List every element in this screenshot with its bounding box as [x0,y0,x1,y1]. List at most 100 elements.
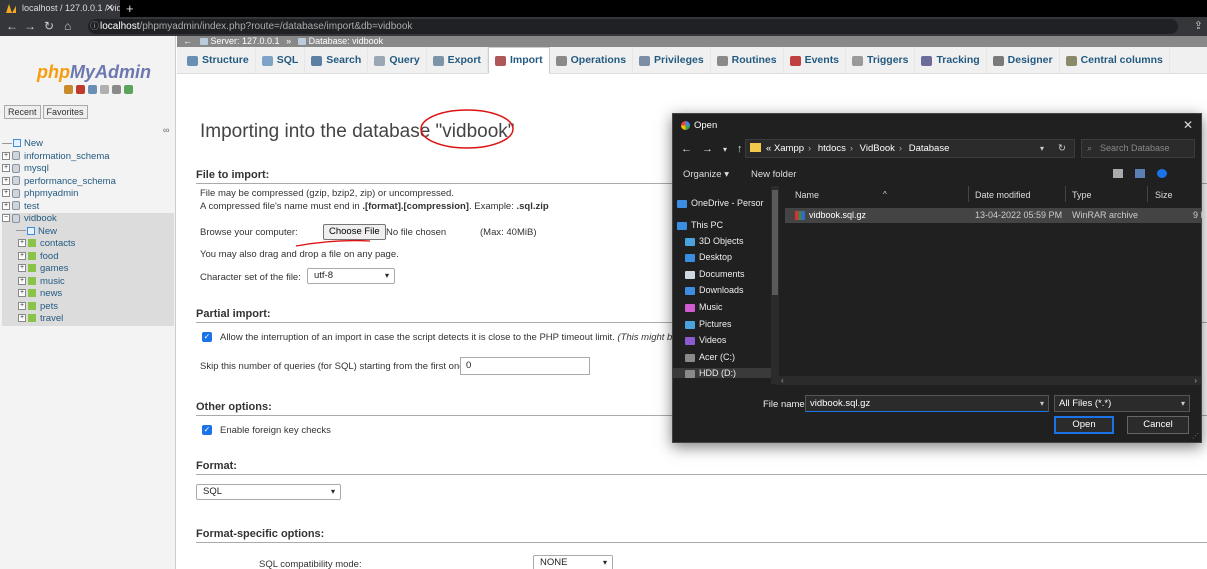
tree-table-music[interactable]: + music [2,275,174,288]
tab-triggers[interactable]: Triggers [846,47,916,74]
tree-table-travel[interactable]: + travel [2,313,174,326]
tree-new[interactable]: New [2,138,174,151]
back-icon[interactable]: ← [6,19,18,34]
foreign-key-checkbox[interactable]: ✓ [202,425,212,435]
preview-pane-icon[interactable] [1135,169,1145,178]
tab-import[interactable]: Import [487,47,550,74]
expand-icon[interactable]: + [2,176,10,185]
up-folder-icon[interactable]: ↑ [737,143,743,157]
tab-routines[interactable]: Routines [711,47,784,74]
new-folder-button[interactable]: New folder [751,169,796,180]
expand-icon[interactable]: + [2,201,10,210]
choose-file-button[interactable]: Choose File [323,224,386,240]
expand-icon[interactable]: + [2,189,10,198]
home-icon[interactable]: ⌂ [64,19,71,34]
nav-pane-item-videos[interactable]: Videos [673,335,726,345]
help-icon[interactable] [1157,169,1167,178]
file-type-select[interactable]: All Files (*.*) ▾ [1054,395,1190,412]
file-name-input[interactable]: vidbook.sql.gz ▾ [805,395,1049,412]
recent-locations-icon[interactable]: ▾ [723,143,727,157]
tab-sql[interactable]: SQL [256,47,306,74]
nav-pane-item-documents[interactable]: Documents [673,269,745,279]
tree-db-vidbook[interactable]: − vidbook [2,213,174,226]
tree-table-news[interactable]: + news [2,288,174,301]
tree-table-games[interactable]: + games [2,263,174,276]
expand-icon[interactable]: + [2,164,10,173]
nav-pane-item-onedrive-persor[interactable]: OneDrive - Persor [673,198,764,208]
path-htdocs[interactable]: htdocs [818,143,846,154]
format-select[interactable]: SQL ▾ [196,484,341,500]
home-icon[interactable] [64,85,73,94]
scroll-left-icon[interactable]: ‹ [781,376,784,385]
nav-pane-item-this-pc[interactable]: This PC [673,220,723,230]
view-options-icon[interactable] [1113,169,1123,178]
tree-table-contacts[interactable]: + contacts [2,238,174,251]
expand-icon[interactable]: + [18,251,26,260]
forward-icon[interactable]: → [702,143,713,157]
tree-db-performance-schema[interactable]: + performance_schema [2,176,174,189]
cancel-button[interactable]: Cancel [1127,416,1189,434]
file-list-hscrollbar[interactable]: ‹ › [777,376,1201,385]
forward-icon[interactable]: → [24,19,36,34]
browser-tab[interactable]: localhost / 127.0.0.1 / vidbook | p ✕ [0,0,120,17]
nav-pane-item-desktop[interactable]: Desktop [673,252,732,262]
allow-interrupt-checkbox[interactable]: ✓ [202,332,212,342]
breadcrumb-server[interactable]: Server: 127.0.0.1 [211,36,280,46]
url-field[interactable]: ⓘ localhost/phpmyadmin/index.php?route=/… [88,19,1178,34]
reload-nav-icon[interactable] [124,85,133,94]
tab-operations[interactable]: Operations [550,47,634,74]
nav-pane-item-hdd-d[interactable]: HDD (D:) [673,368,773,378]
tree-db-information-schema[interactable]: + information_schema [2,151,174,164]
tab-designer[interactable]: Designer [987,47,1060,74]
column-divider[interactable] [1147,186,1148,202]
tree-vidbook-new[interactable]: New [2,225,174,238]
chevron-down-icon[interactable]: ▾ [1040,396,1044,411]
dialog-search-input[interactable]: ⌕ Search Database [1081,139,1195,158]
close-icon[interactable]: ✕ [1183,118,1193,132]
tab-tracking[interactable]: Tracking [915,47,987,74]
link-icon[interactable]: ∞ [163,125,169,135]
logout-icon[interactable] [76,85,85,94]
column-divider[interactable] [1065,186,1066,202]
recent-button[interactable]: Recent [4,105,41,119]
nav-pane-item-downloads[interactable]: Downloads [673,285,744,295]
column-header-name[interactable]: Name [795,190,819,200]
path-vidbook[interactable]: VidBook [860,143,895,154]
path-database[interactable]: Database [909,143,950,154]
expand-icon[interactable]: + [2,151,10,160]
nav-pane-scrollbar[interactable] [771,186,779,384]
refresh-icon[interactable]: ↻ [1058,140,1066,157]
nav-pane-item-pictures[interactable]: Pictures [673,319,732,329]
back-icon[interactable]: ← [681,143,692,157]
favorites-button[interactable]: Favorites [42,105,88,119]
tab-events[interactable]: Events [784,47,847,74]
dialog-path-bar[interactable]: « Xampp › htdocs › VidBook › Database ▾ ↻ [745,139,1075,158]
nav-pane-item-acer-c[interactable]: Acer (C:) [673,352,735,362]
new-tab-icon[interactable]: + [126,0,134,17]
chevron-down-icon[interactable]: ▾ [1040,140,1044,157]
reload-icon[interactable]: ↻ [44,19,54,34]
expand-icon[interactable]: + [18,276,26,285]
expand-icon[interactable]: + [18,301,26,310]
collapse-icon[interactable]: − [2,214,10,223]
tree-db-mysql[interactable]: + mysql [2,163,174,176]
column-header-size[interactable]: Size [1155,190,1173,200]
expand-icon[interactable]: + [18,314,26,323]
expand-icon[interactable]: + [18,239,26,248]
tree-db-test[interactable]: + test [2,201,174,214]
help-icon[interactable] [88,85,97,94]
scroll-right-icon[interactable]: › [1194,376,1197,385]
tab-search[interactable]: Search [305,47,369,74]
site-info-icon[interactable]: ⓘ [90,19,99,34]
organize-button[interactable]: Organize ▾ [683,169,729,180]
tab-central-columns[interactable]: Central columns [1060,47,1170,74]
expand-icon[interactable]: + [18,264,26,273]
tab-privileges[interactable]: Privileges [633,47,711,74]
breadcrumb-database[interactable]: Database: vidbook [309,36,384,46]
path-xampp[interactable]: Xampp [774,143,804,154]
share-icon[interactable]: ⇪ [1194,19,1203,32]
expand-icon[interactable]: + [18,289,26,298]
charset-select[interactable]: utf-8 ▾ [307,268,395,284]
column-divider[interactable] [968,186,969,202]
nav-pane-item-3d-objects[interactable]: 3D Objects [673,236,744,246]
